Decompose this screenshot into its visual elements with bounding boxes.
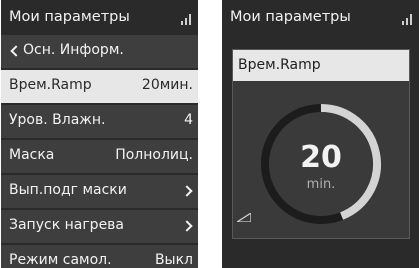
menu-item-airplane-mode[interactable]: Режим самол. Выкл bbox=[1, 245, 198, 268]
menu-item-mask[interactable]: Маска Полнолиц. bbox=[1, 140, 198, 173]
screen-title: Мои параметры bbox=[230, 9, 351, 25]
panel-title: Врем.Ramp bbox=[238, 57, 321, 73]
ramp-time-unit: min. bbox=[306, 177, 336, 192]
menu-item-value: 20мин. bbox=[141, 77, 193, 93]
menu-item-value: Выкл bbox=[154, 252, 193, 268]
screen-title: Мои параметры bbox=[9, 9, 130, 25]
back-label: Осн. Информ. bbox=[23, 42, 124, 58]
menu-item-label: Запуск нагрева bbox=[9, 217, 125, 233]
menu-item-warm-up[interactable]: Запуск нагрева bbox=[1, 210, 198, 243]
menu-item-label: Режим самол. bbox=[9, 252, 112, 268]
menu-item-ramp-time[interactable]: Врем.Ramp 20мин. bbox=[1, 70, 198, 103]
menu-screen: Мои параметры Осн. Информ. Врем.Ramp 20м… bbox=[1, 0, 198, 268]
header: Мои параметры bbox=[222, 0, 419, 34]
ramp-time-panel: Врем.Ramp 20 min. bbox=[232, 49, 410, 239]
menu-item-label: Маска bbox=[9, 147, 55, 163]
signal-icon bbox=[181, 14, 191, 25]
menu-item-humidity-level[interactable]: Уров. Влажн. 4 bbox=[1, 105, 198, 138]
header: Мои параметры bbox=[1, 0, 198, 34]
menu-item-label: Врем.Ramp bbox=[9, 77, 92, 93]
signal-icon bbox=[402, 14, 412, 25]
ramp-time-value: 20 bbox=[300, 140, 342, 175]
menu-item-label: Уров. Влажн. bbox=[9, 112, 106, 128]
menu-item-mask-fit[interactable]: Вып.подг маски bbox=[1, 175, 198, 208]
chevron-right-icon bbox=[181, 185, 193, 197]
setting-screen: Мои параметры Врем.Ramp 20 min. bbox=[222, 0, 419, 268]
back-chevron-icon bbox=[10, 45, 22, 57]
menu-item-value: 4 bbox=[184, 112, 193, 128]
panel-title-bar: Врем.Ramp bbox=[233, 50, 409, 81]
ramp-icon bbox=[237, 213, 251, 222]
menu-item-value: Полнолиц. bbox=[115, 147, 193, 163]
chevron-right-icon bbox=[181, 220, 193, 232]
back-button[interactable]: Осн. Информ. bbox=[1, 35, 198, 68]
menu-item-label: Вып.подг маски bbox=[9, 182, 127, 198]
